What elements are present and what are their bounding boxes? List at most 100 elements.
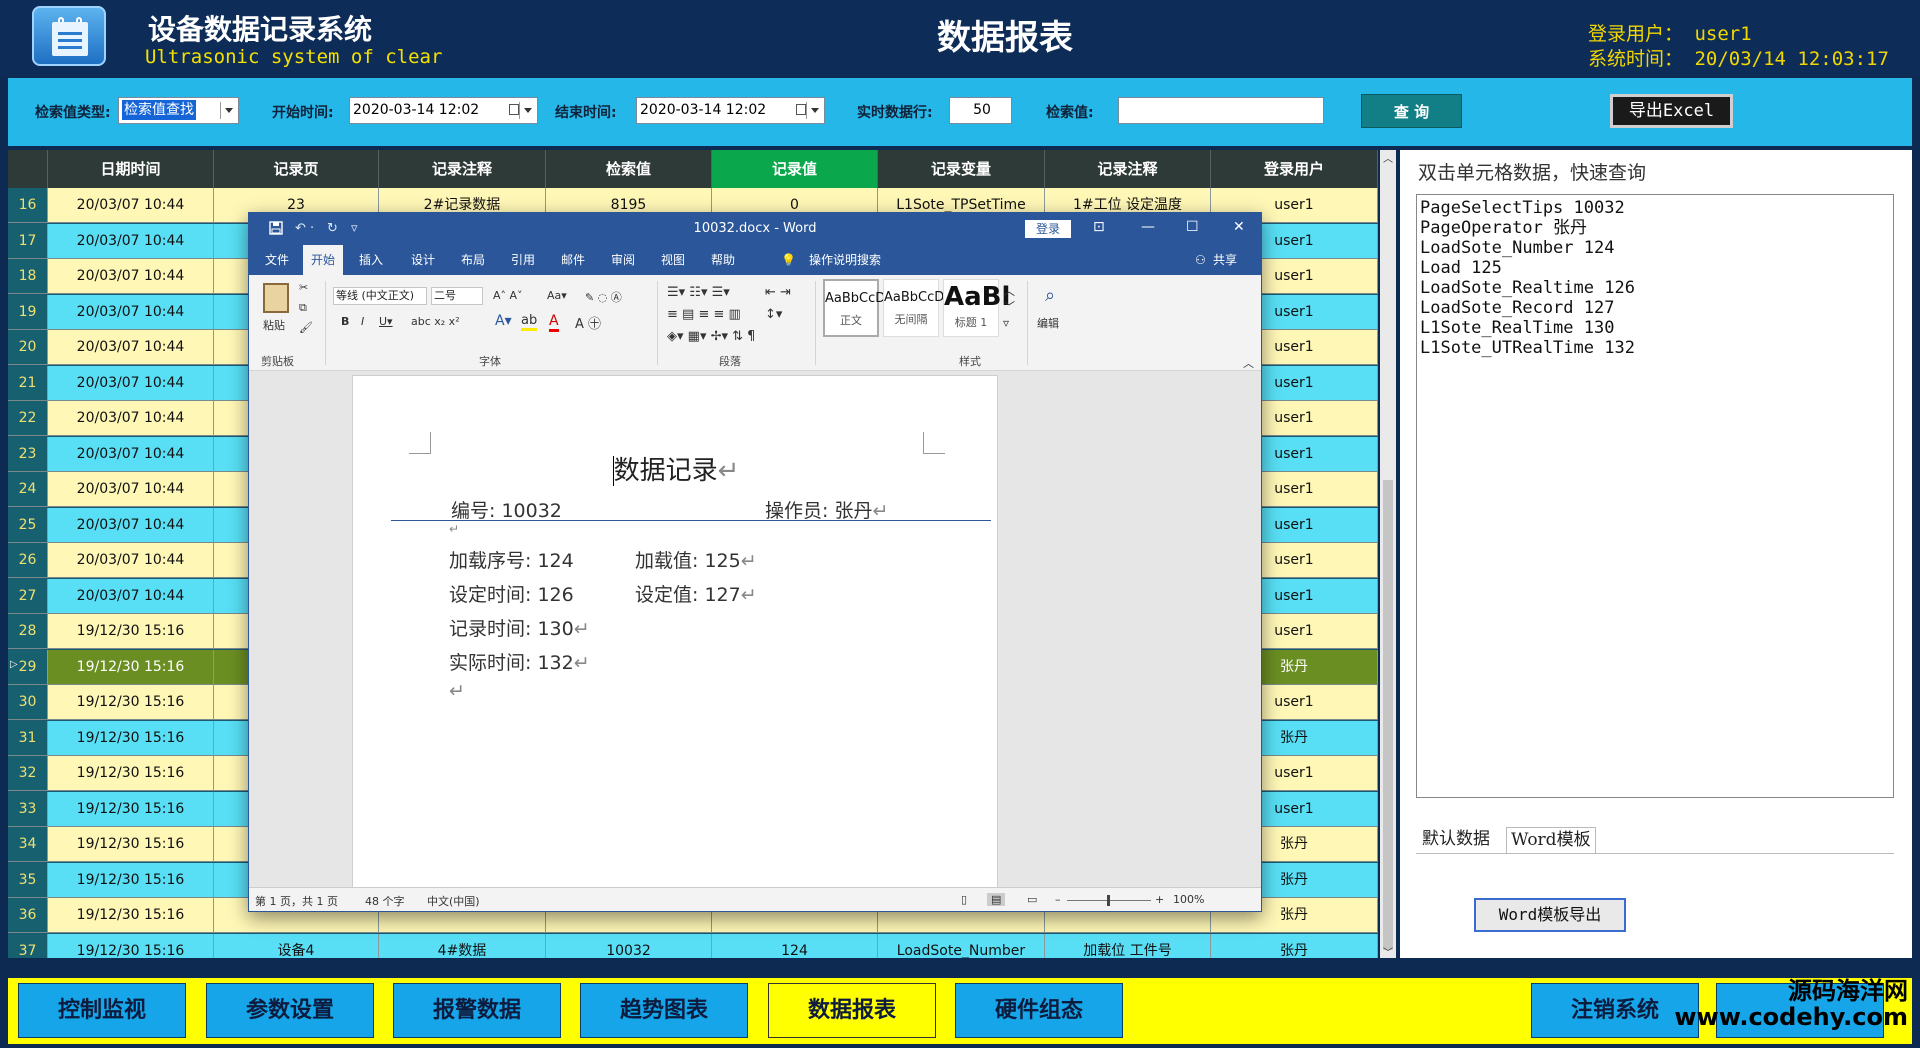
clear-format-icon[interactable]: ✎ ◌ Ⓐ [585, 289, 622, 305]
highlight-icon[interactable]: ab [521, 313, 538, 331]
nav-control-monitor[interactable]: 控制监视 [18, 983, 186, 1038]
row-number[interactable]: 22 [8, 401, 48, 436]
nav-hardware-config[interactable]: 硬件组态 [955, 983, 1123, 1038]
grow-font-icon[interactable]: A˄ A˅ [493, 289, 523, 302]
row-number[interactable]: 17 [8, 223, 48, 259]
row-number[interactable]: 28 [8, 614, 48, 649]
close-icon[interactable]: ✕ [1233, 219, 1245, 235]
read-mode-icon[interactable]: ▯ [961, 893, 967, 906]
chevron-down-icon[interactable] [220, 102, 236, 119]
quick-query-textbox[interactable]: PageSelectTips 10032 PageOperator 张丹 LoadS… [1416, 194, 1894, 798]
row-number[interactable]: 33 [8, 791, 48, 827]
calendar-icon[interactable] [796, 104, 806, 115]
cell-datetime[interactable]: 19/12/30 15:16 [48, 720, 214, 756]
bold-icon[interactable]: B [341, 315, 349, 328]
tab-home[interactable]: 开始 [303, 245, 344, 275]
row-number[interactable]: 19 [8, 294, 48, 330]
status-word-count[interactable]: 48 个字 [365, 893, 405, 909]
tab-help[interactable]: 帮助 [711, 245, 735, 275]
cell-datetime[interactable]: 19/12/30 15:16 [48, 862, 214, 898]
style-no-spacing[interactable]: AaBbCcDd 无间隔 [883, 279, 953, 337]
underline-icon[interactable]: U▾ [379, 315, 393, 328]
search-value-input[interactable] [1118, 97, 1324, 124]
cell-datetime[interactable]: 19/12/30 15:16 [48, 827, 214, 862]
word-login-button[interactable]: 登录 [1025, 220, 1071, 238]
row-number[interactable]: 23 [8, 436, 48, 472]
cell-datetime[interactable]: 20/03/07 10:44 [48, 365, 214, 401]
cell-datetime[interactable]: 19/12/30 15:16 [48, 756, 214, 791]
row-number[interactable]: 26 [8, 543, 48, 578]
format-painter-icon[interactable]: 🖌 [299, 321, 313, 334]
tab-design[interactable]: 设计 [411, 245, 435, 275]
scroll-thumb[interactable] [1383, 480, 1393, 950]
tab-insert[interactable]: 插入 [359, 245, 383, 275]
chevron-down-icon[interactable] [519, 102, 535, 119]
cell-note2[interactable]: 加载位 工件号 [1045, 933, 1211, 958]
row-number[interactable]: 32 [8, 756, 48, 791]
document-page[interactable]: 数据记录↵ 编号: 10032 操作员: 张丹↵ ↵ 加载序号: 124 加载值… [352, 375, 998, 887]
col-header-variable[interactable]: 记录变量 [878, 150, 1045, 188]
scroll-down-icon[interactable]: ﹀ [1380, 944, 1396, 959]
style-heading-1[interactable]: AaBl 标题 1 [943, 279, 1010, 337]
cell-datetime[interactable]: 20/03/07 10:44 [48, 259, 214, 294]
tab-references[interactable]: 引用 [511, 245, 535, 275]
status-page-count[interactable]: 第 1 页，共 1 页 [255, 893, 338, 909]
row-number[interactable]: 36 [8, 898, 48, 933]
char-shading-icon[interactable]: A ㊉ [575, 313, 601, 332]
tab-view[interactable]: 视图 [661, 245, 685, 275]
row-number[interactable]: 18 [8, 259, 48, 294]
cell-datetime[interactable]: 19/12/30 15:16 [48, 649, 214, 685]
chevron-down-icon[interactable] [806, 102, 822, 119]
grid-scrollbar[interactable]: ︿ ﹀ [1380, 150, 1396, 959]
end-time-picker[interactable]: 2020-03-14 12:02 [636, 97, 825, 124]
cell-datetime[interactable]: 20/03/07 10:44 [48, 507, 214, 543]
cell-datetime[interactable]: 20/03/07 10:44 [48, 543, 214, 578]
ribbon-display-icon[interactable]: ⊡ [1093, 219, 1105, 235]
cell-datetime[interactable]: 20/03/07 10:44 [48, 188, 214, 223]
cell-variable[interactable]: LoadSote_Number [878, 933, 1045, 958]
shading-icon[interactable]: ◈▾ ▦▾ ✢▾ ⇅ ¶ [667, 329, 755, 344]
calendar-icon[interactable] [509, 104, 519, 115]
realtime-rows-input[interactable]: 50 [949, 97, 1012, 124]
tab-word-template[interactable]: Word模板 [1506, 827, 1596, 853]
style-normal[interactable]: AaBbCcDd 正文 [823, 279, 894, 337]
paste-icon[interactable] [263, 283, 289, 313]
row-number[interactable]: 20 [8, 330, 48, 365]
lightbulb-icon[interactable]: 💡 [781, 245, 796, 275]
zoom-level[interactable]: 100% [1173, 893, 1204, 906]
cell-datetime[interactable]: 19/12/30 15:16 [48, 898, 214, 933]
cell-page[interactable]: 设备4 [214, 933, 379, 958]
minimize-icon[interactable]: — [1141, 219, 1155, 235]
status-language[interactable]: 中文(中国) [427, 893, 480, 909]
row-number[interactable]: 37 [8, 933, 48, 958]
tab-review[interactable]: 审阅 [611, 245, 635, 275]
share-icon[interactable]: ⚇ [1195, 245, 1206, 275]
row-number[interactable]: 34 [8, 827, 48, 862]
cell-note[interactable]: 4#数据 [379, 933, 546, 958]
tell-me-search[interactable]: 操作说明搜索 [809, 245, 881, 275]
cell-datetime[interactable]: 20/03/07 10:44 [48, 223, 214, 259]
col-header-value[interactable]: 记录值 [712, 150, 878, 188]
row-number[interactable]: 21 [8, 365, 48, 401]
cell-value[interactable]: 124 [712, 933, 878, 958]
cell-datetime[interactable]: 19/12/30 15:16 [48, 685, 214, 720]
row-number[interactable]: 31 [8, 720, 48, 756]
cell-key[interactable]: 10032 [546, 933, 712, 958]
cell-datetime[interactable]: 19/12/30 15:16 [48, 933, 214, 958]
cell-datetime[interactable]: 20/03/07 10:44 [48, 436, 214, 472]
find-icon[interactable]: ⌕ [1045, 285, 1055, 306]
search-type-select[interactable]: 检索值查找 [118, 97, 239, 124]
font-name-select[interactable]: 等线 (中文正文) [333, 287, 427, 305]
cell-datetime[interactable]: 20/03/07 10:44 [48, 294, 214, 330]
cell-datetime[interactable]: 20/03/07 10:44 [48, 330, 214, 365]
word-template-export-button[interactable]: Word模板导出 [1474, 898, 1626, 932]
col-header-user[interactable]: 登录用户 [1211, 150, 1378, 188]
col-header-note[interactable]: 记录注释 [379, 150, 546, 188]
nav-parameter-settings[interactable]: 参数设置 [206, 983, 374, 1038]
text-effects-icon[interactable]: A▾ [495, 313, 512, 329]
row-number[interactable]: 16 [8, 188, 48, 223]
row-number[interactable]: 30 [8, 685, 48, 720]
nav-trend-chart[interactable]: 趋势图表 [580, 983, 748, 1038]
strikethrough-icon[interactable]: abc x₂ x² [411, 315, 460, 328]
styles-scroll-icon[interactable]: ︿ ﹀ ▿ [1003, 283, 1015, 331]
